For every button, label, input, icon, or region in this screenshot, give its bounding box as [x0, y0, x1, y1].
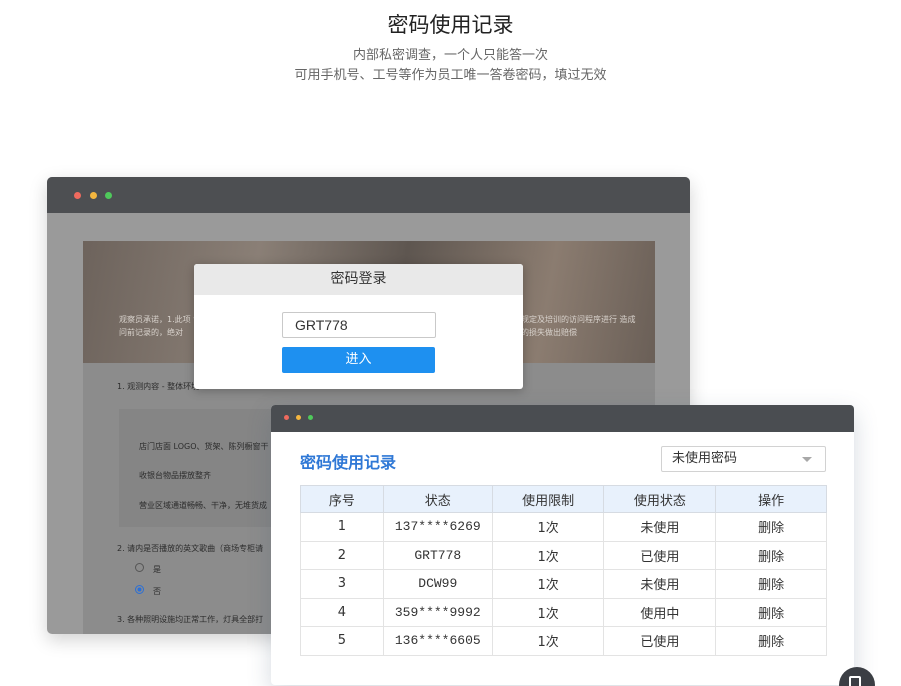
records-window: 密码使用记录 未使用密码 序号 状态 使用限制 使用状态 操作 1 137***…	[271, 405, 854, 685]
maximize-dot-icon[interactable]	[308, 415, 313, 420]
radio-yes[interactable]	[135, 563, 144, 572]
row-seq: 5	[300, 626, 384, 656]
delete-link-disabled: 删除	[715, 626, 827, 656]
radio-no[interactable]	[135, 585, 144, 594]
row-usage-status: 已使用	[603, 626, 717, 656]
row-limit: 1次	[491, 512, 605, 542]
row-usage-status: 未使用	[603, 512, 717, 542]
delete-link[interactable]: 删除	[715, 512, 827, 542]
survey-option: 收银台物品摆放整齐	[139, 471, 211, 480]
delete-link[interactable]: 删除	[715, 569, 827, 599]
survey-question-2: 2. 请内是否播放的英文歌曲（商场专柜请	[117, 544, 264, 553]
close-dot-icon[interactable]	[74, 192, 81, 199]
radio-yes-label: 是	[153, 565, 161, 574]
row-limit: 1次	[491, 569, 605, 599]
row-code: 137****6269	[382, 512, 493, 542]
banner-text-left: 观察员承诺，1.此项 访问前记录的，绝对	[119, 315, 202, 337]
row-seq: 1	[300, 512, 384, 542]
table-row: 3 DCW99 1次 未使用 删除	[300, 569, 827, 599]
records-table: 序号 状态 使用限制 使用状态 操作 1 137****6269 1次 未使用 …	[300, 485, 827, 656]
row-code: 136****6605	[382, 626, 493, 656]
table-row: 4 359****9992 1次 使用中 删除	[300, 597, 827, 627]
window-titlebar	[47, 177, 690, 213]
password-input[interactable]: GRT778	[282, 312, 436, 338]
row-code: 359****9992	[382, 597, 493, 627]
minimize-dot-icon[interactable]	[296, 415, 301, 420]
row-limit: 1次	[491, 626, 605, 656]
page-subtitle-line-1: 内部私密调查，一个人只能答一次	[352, 48, 548, 63]
status-filter-value: 未使用密码	[672, 451, 738, 466]
enter-button[interactable]: 进入	[282, 347, 435, 373]
survey-question-3: 3. 各种照明设施均正常工作，灯具全部打	[117, 615, 264, 624]
minimize-dot-icon[interactable]	[90, 192, 97, 199]
records-title: 密码使用记录	[300, 453, 397, 472]
row-limit: 1次	[491, 597, 605, 627]
delete-link-disabled: 删除	[715, 597, 827, 627]
row-seq: 2	[300, 540, 384, 570]
column-header: 使用限制	[491, 485, 605, 513]
survey-option: 店门店面 LOGO、货架、陈列橱窗干	[139, 442, 269, 451]
status-filter-select[interactable]: 未使用密码	[661, 446, 826, 472]
survey-option: 营业区域通道畅畅、干净，无堆货成	[139, 501, 267, 510]
row-code: GRT778	[382, 540, 493, 570]
row-seq: 4	[300, 597, 384, 627]
column-header: 操作	[715, 485, 827, 513]
table-row: 5 136****6605 1次 已使用 删除	[300, 626, 827, 656]
table-header-row: 序号 状态 使用限制 使用状态 操作	[300, 485, 827, 513]
column-header: 状态	[382, 485, 493, 513]
page-subtitle-line-2: 可用手机号、工号等作为员工唯一答卷密码，填过无效	[294, 68, 607, 83]
table-row: 1 137****6269 1次 未使用 删除	[300, 512, 827, 542]
row-usage-status: 未使用	[603, 569, 717, 599]
delete-link-disabled: 删除	[715, 540, 827, 570]
column-header: 使用状态	[603, 485, 717, 513]
window-titlebar	[271, 405, 854, 432]
radio-no-label: 否	[153, 587, 161, 596]
row-code: DCW99	[382, 569, 493, 599]
close-dot-icon[interactable]	[284, 415, 289, 420]
password-login-modal: 密码登录 GRT778 进入	[194, 264, 523, 389]
chevron-down-icon	[802, 457, 812, 462]
edit-icon	[849, 676, 861, 686]
page-title: 密码使用记录	[387, 13, 514, 37]
banner-text-right: 规定及培训的访问程序进行 造成的损失做出赔偿	[521, 315, 636, 337]
row-limit: 1次	[491, 540, 605, 570]
row-usage-status: 已使用	[603, 540, 717, 570]
maximize-dot-icon[interactable]	[105, 192, 112, 199]
modal-title: 密码登录	[194, 264, 523, 295]
column-header: 序号	[300, 485, 384, 513]
table-row: 2 GRT778 1次 已使用 删除	[300, 540, 827, 570]
survey-question-1: 1. 观测内容 - 整体环境	[117, 382, 200, 391]
row-seq: 3	[300, 569, 384, 599]
row-usage-status: 使用中	[603, 597, 717, 627]
